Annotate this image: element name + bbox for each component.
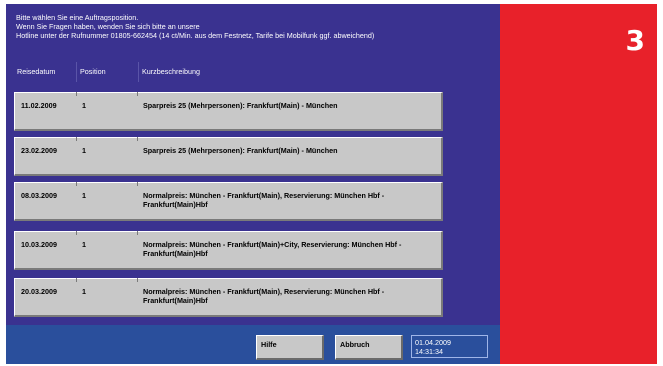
- column-divider: [138, 62, 139, 82]
- row-divider-tick: [76, 278, 77, 282]
- row-date: 10.03.2009: [21, 240, 57, 249]
- column-header-date: Reisedatum: [17, 67, 56, 76]
- instruction-line-1: Bitte wählen Sie eine Auftragsposition.: [16, 13, 139, 22]
- row-divider-tick: [76, 137, 77, 141]
- datetime-display: 01.04.2009 14:31:34: [411, 335, 488, 358]
- row-position: 1: [82, 191, 86, 200]
- row-description: Normalpreis: München - Frankfurt(Main), …: [143, 191, 385, 209]
- order-row[interactable]: 10.03.2009 1 Normalpreis: München - Fran…: [14, 231, 443, 270]
- row-divider-tick: [137, 137, 138, 141]
- row-date: 11.02.2009: [21, 101, 57, 110]
- column-header-description: Kurzbeschreibung: [142, 67, 200, 76]
- column-header-position: Position: [80, 67, 106, 76]
- row-description: Sparpreis 25 (Mehrpersonen): Frankfurt(M…: [143, 101, 338, 110]
- row-divider-tick: [76, 92, 77, 96]
- instructions: Bitte wählen Sie eine Auftragsposition. …: [16, 13, 486, 40]
- row-date: 20.03.2009: [21, 287, 57, 296]
- row-divider-tick: [137, 182, 138, 186]
- order-row[interactable]: 23.02.2009 1 Sparpreis 25 (Mehrpersonen)…: [14, 137, 443, 176]
- instruction-line-2: Wenn Sie Fragen haben, wenden Sie sich b…: [16, 22, 200, 31]
- row-divider-tick: [76, 182, 77, 186]
- current-date: 01.04.2009: [415, 338, 451, 347]
- row-divider-tick: [137, 92, 138, 96]
- row-position: 1: [82, 240, 86, 249]
- step-number: 3: [625, 24, 645, 57]
- column-divider: [76, 62, 77, 82]
- row-date: 23.02.2009: [21, 146, 57, 155]
- help-button[interactable]: Hilfe: [256, 335, 324, 360]
- current-time: 14:31:34: [415, 347, 443, 356]
- row-description: Normalpreis: München - Frankfurt(Main), …: [143, 287, 385, 305]
- row-description: Sparpreis 25 (Mehrpersonen): Frankfurt(M…: [143, 146, 338, 155]
- cancel-button[interactable]: Abbruch: [335, 335, 403, 360]
- order-row[interactable]: 20.03.2009 1 Normalpreis: München - Fran…: [14, 278, 443, 317]
- step-panel: 3: [500, 4, 657, 364]
- row-divider-tick: [137, 231, 138, 235]
- row-divider-tick: [137, 278, 138, 282]
- row-position: 1: [82, 146, 86, 155]
- order-row[interactable]: 11.02.2009 1 Sparpreis 25 (Mehrpersonen)…: [14, 92, 443, 131]
- row-date: 08.03.2009: [21, 191, 57, 200]
- row-position: 1: [82, 287, 86, 296]
- row-position: 1: [82, 101, 86, 110]
- order-row[interactable]: 08.03.2009 1 Normalpreis: München - Fran…: [14, 182, 443, 221]
- row-description: Normalpreis: München - Frankfurt(Main)+C…: [143, 240, 402, 258]
- row-divider-tick: [76, 231, 77, 235]
- instruction-line-3: Hotline unter der Rufnummer 01805-662454…: [16, 31, 375, 40]
